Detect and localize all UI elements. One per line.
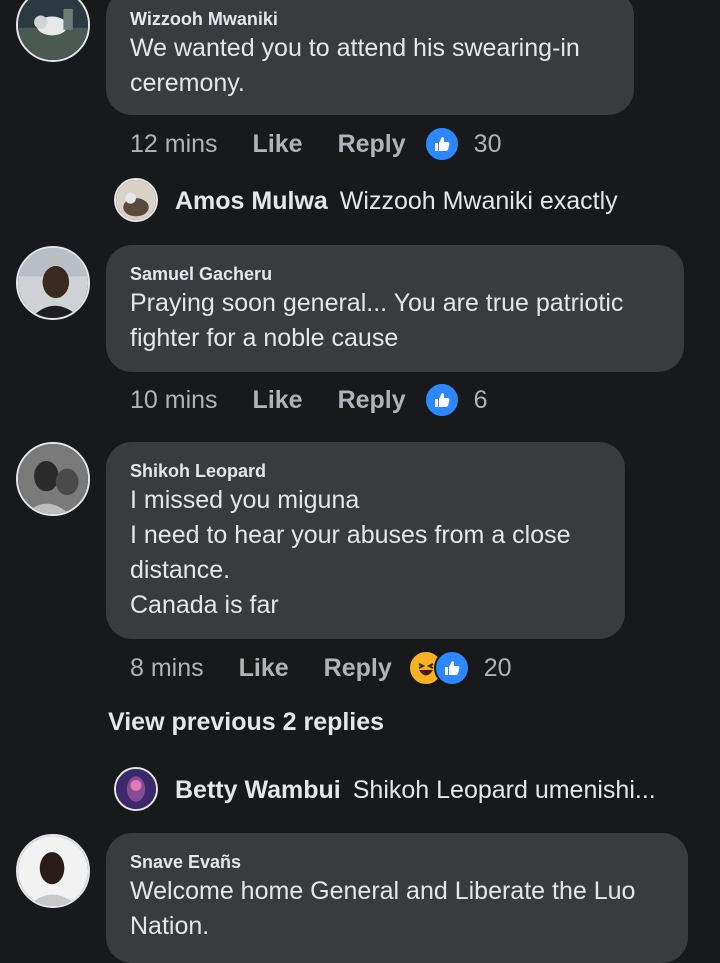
avatar-betty-wambui[interactable] <box>114 767 158 811</box>
reply-author[interactable]: Amos Mulwa <box>175 187 328 216</box>
reply-button[interactable]: Reply <box>338 386 406 415</box>
avatar-image <box>116 769 156 809</box>
comment-actions: 12 mins Like Reply 30 <box>130 126 502 162</box>
comment-text-line: Canada is far <box>130 591 279 619</box>
like-button[interactable]: Like <box>253 130 303 159</box>
avatar-image <box>18 444 88 514</box>
like-icon <box>433 650 470 686</box>
like-icon <box>423 126 460 162</box>
comment-text-line: Welcome home General and Liberate the Lu… <box>130 877 636 905</box>
avatar-image <box>18 0 88 60</box>
reply-author[interactable]: Betty Wambui <box>175 776 341 805</box>
reaction-count: 6 <box>473 385 488 414</box>
comment-text-line: fighter for a noble cause <box>130 324 399 352</box>
comment-bubble: Shikoh Leopard I missed you miguna I nee… <box>106 442 625 639</box>
avatar-samuel-gacheru[interactable] <box>16 246 90 320</box>
comment-text-line: Nation. <box>130 912 210 940</box>
reply-button[interactable]: Reply <box>338 130 406 159</box>
reaction-count: 30 <box>473 129 502 158</box>
comment-time[interactable]: 10 mins <box>130 386 218 415</box>
comment-time[interactable]: 12 mins <box>130 130 218 159</box>
comment-author[interactable]: Wizzooh Mwaniki <box>130 7 610 31</box>
avatar-amos-mulwa[interactable] <box>114 178 158 222</box>
like-button[interactable]: Like <box>253 386 303 415</box>
avatar-image <box>116 180 156 220</box>
comment-text-line: We wanted you to attend his swearing-in <box>130 34 580 62</box>
comment-text-line: I need to hear your abuses from a close <box>130 521 571 549</box>
like-icon <box>423 382 460 418</box>
view-previous-replies-link[interactable]: View previous 2 replies <box>108 708 384 737</box>
reaction-summary[interactable]: 20 <box>407 650 512 686</box>
reply-item: Betty Wambui Shikoh Leopard umenishi... <box>175 776 656 805</box>
comment-bubble: Samuel Gacheru Praying soon general... Y… <box>106 245 684 372</box>
avatar-shikoh-leopard[interactable] <box>16 442 90 516</box>
comment-bubble: Wizzooh Mwaniki We wanted you to attend … <box>106 0 634 115</box>
avatar-snave-evans[interactable] <box>16 834 90 908</box>
comment-author[interactable]: Shikoh Leopard <box>130 459 601 483</box>
comment-actions: 8 mins Like Reply 20 <box>130 650 512 686</box>
comment-text-line: Praying soon general... You are true pat… <box>130 289 624 317</box>
reply-text: Wizzooh Mwaniki exactly <box>339 187 618 215</box>
comment-actions: 10 mins Like Reply 6 <box>130 382 488 418</box>
comment-text-line: I missed you miguna <box>130 486 360 514</box>
comment-time[interactable]: 8 mins <box>130 654 204 683</box>
reply-button[interactable]: Reply <box>324 654 392 683</box>
reply-item: Amos Mulwa Wizzooh Mwaniki exactly <box>175 187 618 216</box>
reaction-summary[interactable]: 6 <box>423 382 488 418</box>
comment-text-line: ceremony. <box>130 69 245 97</box>
reaction-count: 20 <box>483 653 512 682</box>
comment-text-line: distance. <box>130 556 231 584</box>
avatar-image <box>18 248 88 318</box>
like-button[interactable]: Like <box>239 654 289 683</box>
avatar-wizzooh-mwaniki[interactable] <box>16 0 90 62</box>
reply-text: Shikoh Leopard umenishi... <box>352 776 656 804</box>
comment-author[interactable]: Samuel Gacheru <box>130 262 660 286</box>
avatar-image <box>18 836 88 906</box>
comment-author[interactable]: Snave Evañs <box>130 850 664 874</box>
reaction-summary[interactable]: 30 <box>423 126 502 162</box>
